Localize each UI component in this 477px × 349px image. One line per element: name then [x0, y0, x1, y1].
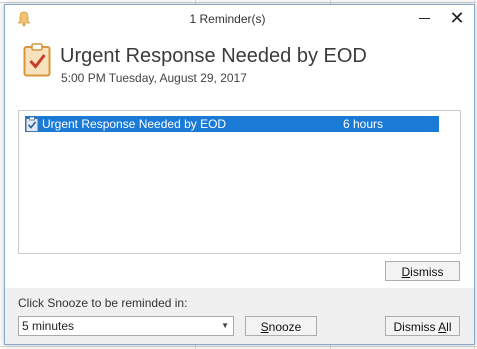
reminder-item-subject: Urgent Response Needed by EOD: [42, 117, 227, 131]
minimize-button[interactable]: [413, 9, 435, 29]
reminder-dialog: 1 Reminder(s) ✕ Urgent Response Needed b…: [4, 4, 475, 345]
dropdown-arrow-icon[interactable]: ▼: [221, 317, 229, 335]
dismiss-button[interactable]: Dismiss: [385, 261, 460, 281]
dismiss-mnemonic: D: [401, 265, 411, 279]
snooze-duration-dropdown[interactable]: 5 minutes ▼: [18, 316, 234, 336]
title-bar[interactable]: 1 Reminder(s) ✕: [5, 5, 474, 33]
reminder-list-item[interactable]: Urgent Response Needed by EOD 6 hours: [25, 116, 439, 132]
task-clipboard-icon: [23, 43, 51, 77]
task-clipboard-icon: [25, 116, 39, 132]
background-gridline: [0, 2, 477, 3]
reminder-subject-heading: Urgent Response Needed by EOD: [60, 45, 367, 67]
reminder-list[interactable]: Urgent Response Needed by EOD 6 hours: [18, 110, 461, 254]
snooze-duration-value: 5 minutes: [22, 319, 75, 333]
dismiss-all-rest: ll: [446, 320, 452, 334]
background-gridline: [0, 346, 477, 347]
reminder-due-datetime: 5:00 PM Tuesday, August 29, 2017: [61, 71, 247, 85]
dismiss-label: ismiss: [410, 265, 444, 279]
dismiss-all-prefix: Dismiss: [393, 320, 439, 334]
dismiss-all-mnemonic: A: [438, 320, 447, 334]
snooze-footer: Click Snooze to be reminded in: 5 minute…: [5, 288, 474, 344]
snooze-button[interactable]: Snooze: [245, 316, 317, 336]
reminder-item-due-in: 6 hours: [343, 117, 384, 131]
close-button[interactable]: ✕: [445, 7, 469, 31]
snooze-label: Click Snooze to be reminded in:: [18, 296, 188, 310]
snooze-label-text: nooze: [268, 320, 302, 334]
snooze-mnemonic: S: [260, 320, 269, 334]
window-title: 1 Reminder(s): [189, 12, 266, 26]
dismiss-all-button[interactable]: Dismiss All: [385, 316, 460, 336]
